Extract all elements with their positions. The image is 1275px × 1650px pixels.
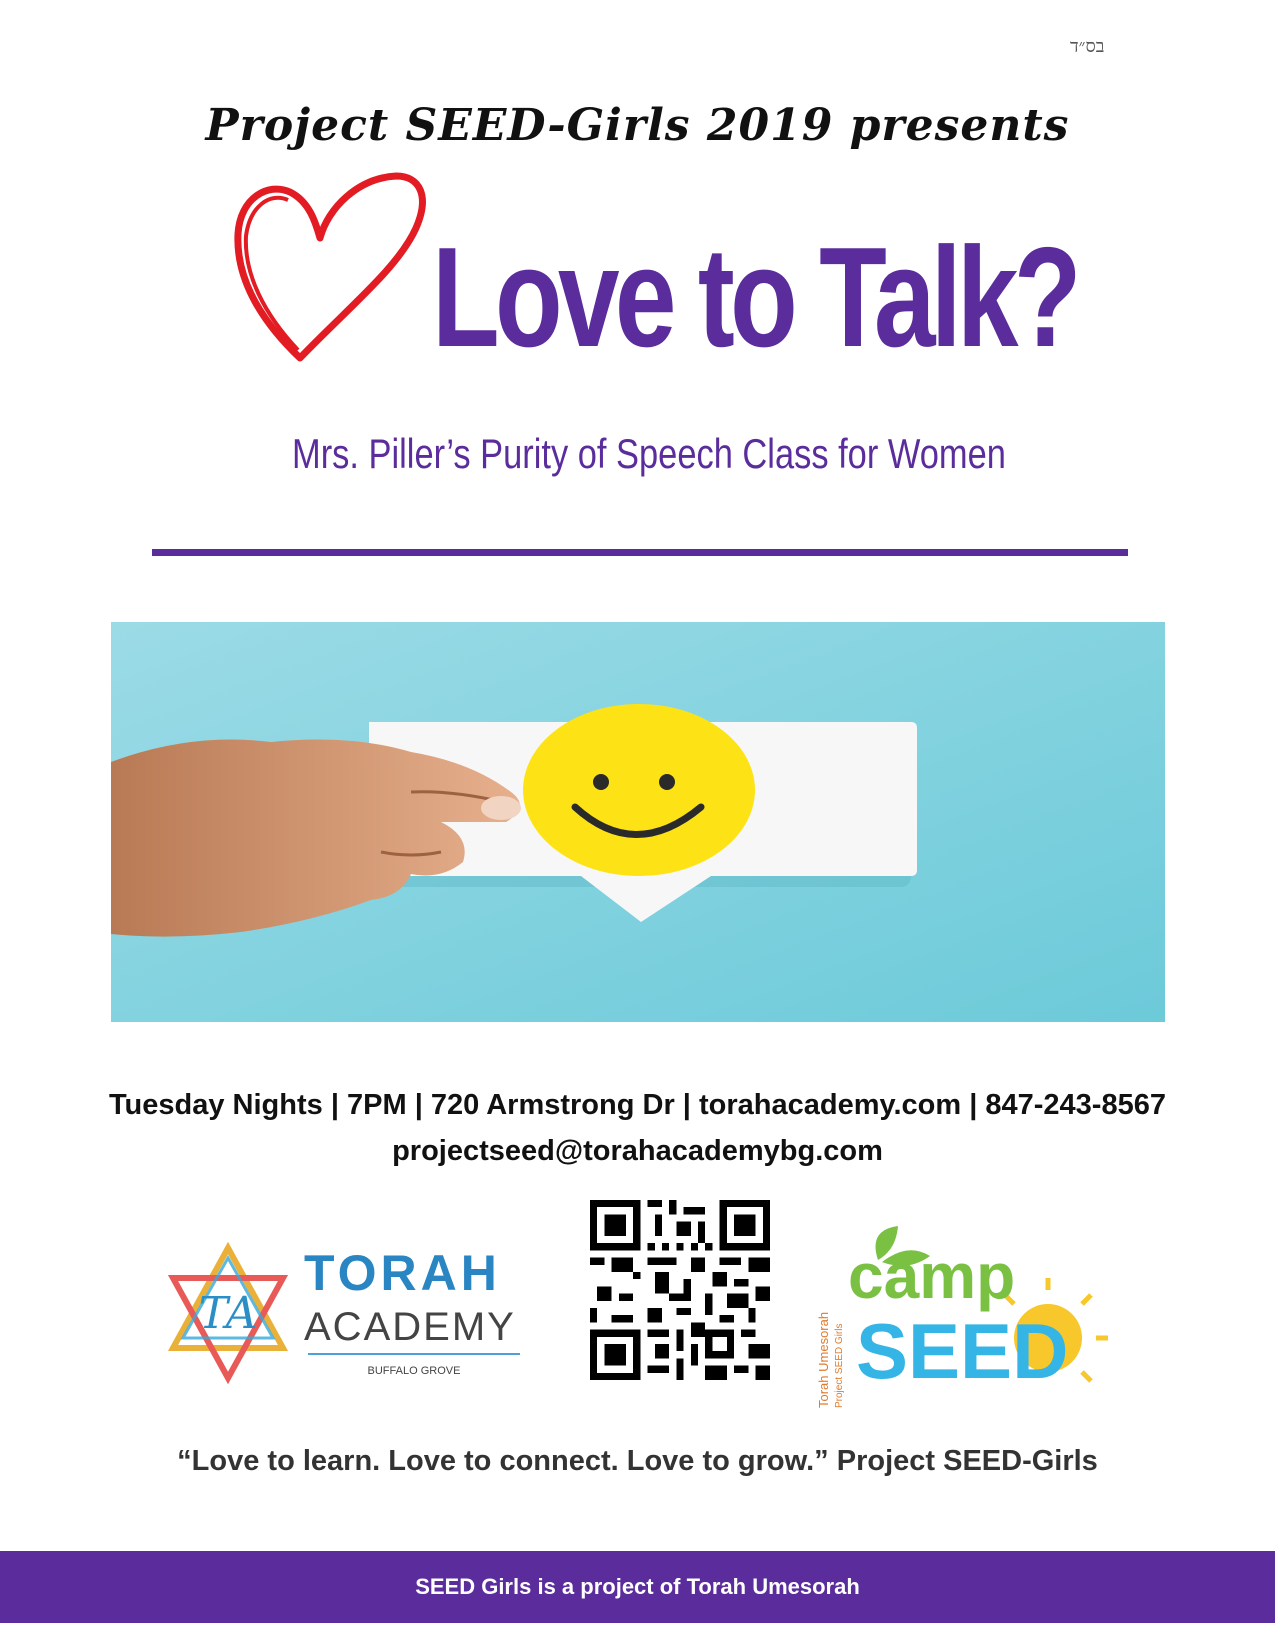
ta-word-academy: ACADEMY — [304, 1305, 516, 1349]
heart-icon — [234, 172, 426, 362]
event-details: Tuesday Nights | 7PM | 720 Armstrong Dr … — [0, 1082, 1275, 1174]
headline: Love to Talk? — [432, 218, 1082, 377]
footer-bar: SEED Girls is a project of Torah Umesora… — [0, 1551, 1275, 1623]
ta-word-torah: TORAH — [304, 1245, 501, 1301]
seed-word: SEED — [856, 1307, 1068, 1395]
smiley-icon — [523, 704, 755, 876]
divider — [152, 549, 1128, 556]
camp-side-line-2: Project SEED Girls — [834, 1324, 845, 1408]
torah-academy-logo: TA TORAH ACADEMY BUFFALO GROVE — [168, 1241, 520, 1385]
logos-row: TA TORAH ACADEMY BUFFALO GROVE camp SEED… — [0, 1200, 1275, 1408]
tagline-quote: “Love to learn. Love to connect. Love to… — [177, 1445, 1098, 1477]
hero-photo — [111, 622, 1165, 1022]
ta-monogram: TA — [199, 1288, 258, 1339]
ta-tagline: BUFFALO GROVE — [368, 1365, 461, 1377]
presents-line: Project SEED-Girls 2019 presents — [205, 100, 1070, 151]
qr-code[interactable] — [590, 1200, 770, 1380]
subtitle: Mrs. Piller’s Purity of Speech Class for… — [292, 430, 1006, 477]
bsd-mark: בס״ד — [1070, 36, 1105, 57]
details-line-1: Tuesday Nights | 7PM | 720 Armstrong Dr … — [109, 1089, 1166, 1121]
camp-seed-logo: camp SEED Torah Umesorah Project SEED Gi… — [816, 1226, 1108, 1408]
camp-word: camp — [848, 1240, 1015, 1312]
details-email[interactable]: projectseed@torahacademybg.com — [0, 1128, 1275, 1174]
camp-side-line-1: Torah Umesorah — [816, 1312, 831, 1408]
footer-text: SEED Girls is a project of Torah Umesora… — [415, 1574, 860, 1599]
